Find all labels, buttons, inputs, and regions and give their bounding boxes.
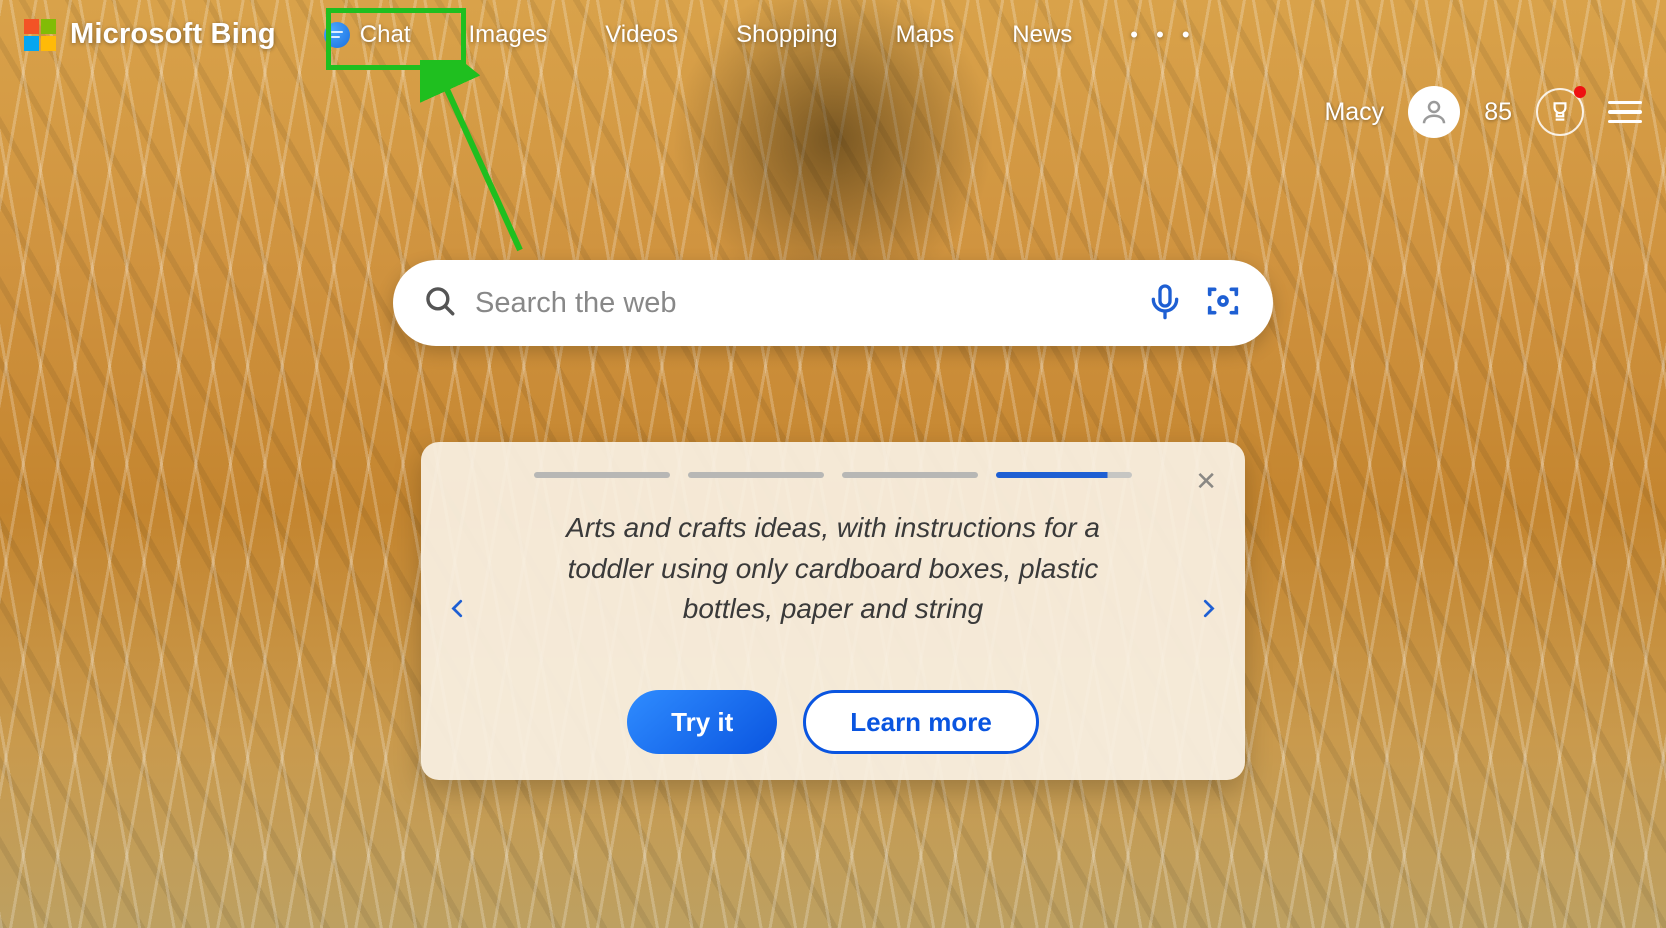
brand[interactable]: Microsoft Bing: [24, 18, 276, 51]
search-bar: [393, 260, 1273, 346]
nav-shopping[interactable]: Shopping: [736, 21, 837, 49]
search-input[interactable]: [475, 287, 1127, 320]
card-close-button[interactable]: ✕: [1195, 466, 1217, 497]
nav-maps[interactable]: Maps: [896, 21, 955, 49]
rewards-button[interactable]: [1536, 88, 1584, 136]
nav-images[interactable]: Images: [469, 21, 548, 49]
image-search-button[interactable]: [1203, 281, 1243, 326]
person-icon: [1419, 97, 1449, 127]
brand-text: Microsoft Bing: [70, 18, 276, 51]
microsoft-logo-icon: [24, 19, 56, 51]
trophy-icon: [1547, 99, 1573, 125]
nav-chat-label: Chat: [360, 21, 411, 49]
annotation-arrow-icon: [420, 60, 540, 260]
suggestion-card: ✕ Arts and crafts ideas, with instructio…: [421, 442, 1245, 780]
pager-1[interactable]: [534, 472, 670, 478]
camera-lens-icon: [1203, 281, 1243, 321]
nav-videos[interactable]: Videos: [605, 21, 678, 49]
pager-2[interactable]: [688, 472, 824, 478]
card-cta-row: Try it Learn more: [627, 690, 1039, 754]
avatar[interactable]: [1408, 86, 1460, 138]
notification-dot-icon: [1574, 86, 1586, 98]
pager-4[interactable]: [996, 472, 1132, 478]
rewards-points[interactable]: 85: [1484, 98, 1512, 127]
hamburger-menu[interactable]: [1608, 101, 1642, 124]
card-prev-button[interactable]: [447, 591, 469, 632]
chevron-right-icon: [1197, 591, 1219, 627]
top-navigation: Microsoft Bing Chat Images Videos Shoppi…: [24, 18, 1642, 51]
user-name[interactable]: Macy: [1324, 98, 1384, 127]
user-row: Macy 85: [1324, 86, 1642, 138]
learn-more-button[interactable]: Learn more: [803, 690, 1039, 754]
voice-search-button[interactable]: [1145, 281, 1185, 326]
nav-news[interactable]: News: [1012, 21, 1072, 49]
nav-links: Chat Images Videos Shopping Maps News • …: [324, 21, 1196, 49]
nav-chat[interactable]: Chat: [324, 21, 411, 49]
nav-more[interactable]: • • •: [1130, 22, 1195, 48]
card-next-button[interactable]: [1197, 591, 1219, 632]
chat-bubble-icon: [324, 22, 350, 48]
microphone-icon: [1145, 281, 1185, 321]
card-pagers: [534, 472, 1132, 478]
search-icon: [423, 284, 457, 323]
try-it-button[interactable]: Try it: [627, 690, 777, 754]
pager-3[interactable]: [842, 472, 978, 478]
suggestion-prompt: Arts and crafts ideas, with instructions…: [553, 508, 1113, 630]
chevron-left-icon: [447, 591, 469, 627]
